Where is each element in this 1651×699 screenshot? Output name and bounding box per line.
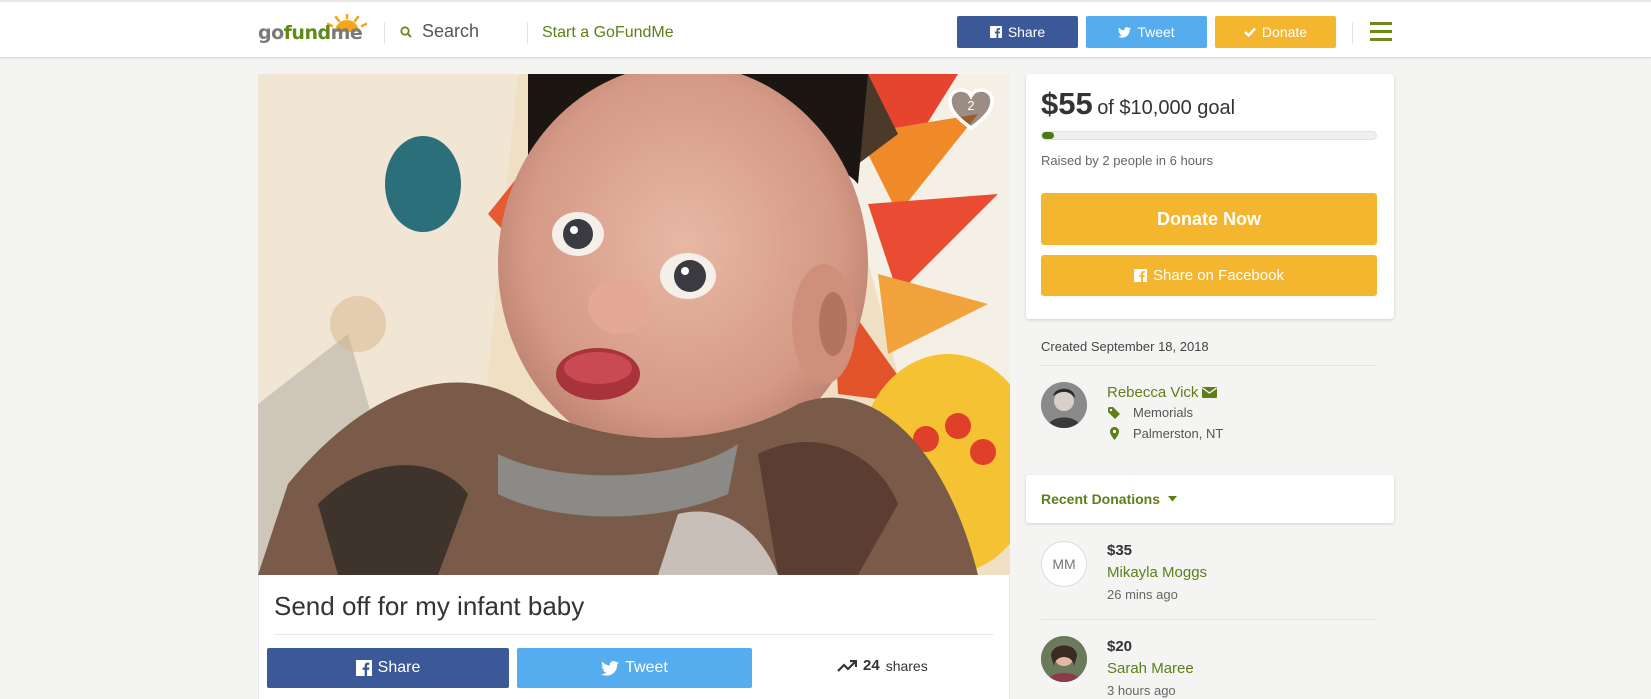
facebook-icon	[1134, 269, 1148, 282]
created-date: Created September 18, 2018	[1041, 339, 1209, 354]
progress-fill	[1042, 132, 1054, 139]
start-gofundme-link[interactable]: Start a GoFundMe	[542, 24, 674, 42]
header-donate-button[interactable]: Donate	[1215, 16, 1336, 48]
donor-avatar: MM	[1041, 541, 1087, 587]
donor-avatar	[1041, 636, 1087, 682]
header-tweet-button[interactable]: Tweet	[1086, 16, 1207, 48]
progress-bar	[1041, 131, 1377, 140]
raised-amount: $55	[1041, 86, 1093, 121]
shares-number: 24	[863, 657, 880, 674]
campaign-title-box: Send off for my infant baby	[258, 575, 1010, 635]
map-pin-icon	[1109, 427, 1119, 440]
divider	[1041, 619, 1377, 620]
search-icon	[400, 25, 412, 38]
organizer-location: Palmerston, NT	[1107, 426, 1223, 441]
top-header: gofundme Search Start a GoFundMe Share T…	[0, 0, 1651, 58]
organizer-avatar[interactable]	[1041, 382, 1087, 428]
share-label: Share	[377, 659, 421, 676]
gofundme-logo[interactable]: gofundme	[258, 14, 368, 48]
facebook-icon	[355, 660, 372, 676]
category-label: Memorials	[1133, 405, 1193, 420]
logo-suffix: me	[330, 22, 363, 44]
menu-icon[interactable]	[1370, 22, 1392, 41]
envelope-icon[interactable]	[1202, 387, 1218, 398]
search-link[interactable]: Search	[400, 21, 479, 42]
header-divider	[527, 22, 528, 44]
header-divider	[1352, 22, 1353, 44]
header-share-label: Share	[1007, 24, 1046, 40]
share-button[interactable]: Share	[267, 648, 509, 688]
heart-count: 2	[967, 98, 975, 113]
search-label: Search	[422, 21, 480, 41]
campaign-photo	[258, 74, 1010, 575]
tweet-label: Tweet	[625, 659, 668, 676]
organizer-name: Rebecca Vick	[1107, 384, 1199, 401]
logo-prefix: go	[258, 22, 284, 44]
share-on-facebook-label: Share on Facebook	[1153, 267, 1284, 284]
location-label: Palmerston, NT	[1133, 426, 1224, 441]
shares-count: 24 shares	[837, 657, 928, 674]
organizer-name-link[interactable]: Rebecca Vick	[1107, 384, 1218, 401]
donation-time: 3 hours ago	[1107, 683, 1176, 698]
header-divider	[384, 22, 385, 44]
facebook-icon	[989, 26, 1002, 38]
header-tweet-label: Tweet	[1137, 24, 1175, 40]
divider	[1041, 365, 1377, 366]
amount-raised: $55 of $10,000 goal	[1041, 86, 1235, 122]
header-donate-label: Donate	[1261, 24, 1308, 40]
twitter-icon	[1118, 26, 1132, 38]
logo-wordmark: gofundme	[258, 22, 363, 44]
organizer-category[interactable]: Memorials	[1107, 405, 1193, 420]
recent-donations-title: Recent Donations	[1041, 491, 1178, 507]
funding-card: $55 of $10,000 goal Raised by 2 people i…	[1026, 74, 1394, 319]
donation-time: 26 mins ago	[1107, 587, 1178, 602]
campaign-title: Send off for my infant baby	[274, 591, 585, 621]
header-share-button[interactable]: Share	[957, 16, 1078, 48]
recent-donations-header[interactable]: Recent Donations	[1026, 475, 1394, 523]
checkmark-icon	[1244, 27, 1256, 37]
recent-donations-label: Recent Donations	[1041, 491, 1161, 507]
avatar-image	[1041, 382, 1087, 428]
donor-name: Mikayla Moggs	[1107, 564, 1208, 581]
avatar-image	[1041, 636, 1087, 682]
share-on-facebook-button[interactable]: Share on Facebook	[1041, 255, 1377, 296]
caret-down-icon	[1168, 496, 1178, 502]
donation-amount: $20	[1107, 638, 1133, 655]
goal-text: of $10,000 goal	[1097, 97, 1236, 119]
tag-icon	[1108, 406, 1120, 419]
share-row: Share Tweet 24 shares	[258, 635, 1010, 699]
raised-by-text: Raised by 2 people in 6 hours	[1041, 153, 1214, 168]
baby-photo-illustration	[258, 74, 1010, 575]
trending-up-icon	[837, 659, 857, 672]
logo-highlight: fund	[283, 22, 331, 44]
twitter-icon	[601, 660, 620, 676]
tweet-button[interactable]: Tweet	[517, 648, 752, 688]
donor-name: Sarah Maree	[1107, 660, 1194, 677]
shares-label: shares	[885, 657, 928, 674]
donation-amount: $35	[1107, 542, 1133, 559]
donate-now-button[interactable]: Donate Now	[1041, 193, 1377, 245]
